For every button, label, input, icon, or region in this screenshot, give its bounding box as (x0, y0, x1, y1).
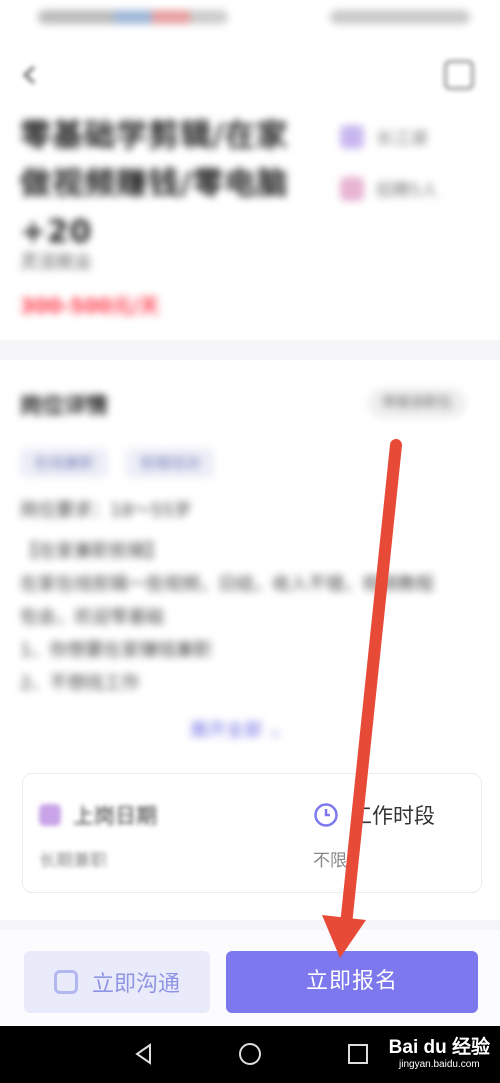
description-line: 【在家兼职剪辑】 (20, 541, 164, 562)
location-icon (340, 124, 364, 149)
description-line: 2、不想找工作 (20, 673, 140, 694)
chat-now-label: 立即沟通 (91, 972, 180, 997)
details-title: 岗位详情 (20, 394, 109, 419)
status-icons-left (38, 10, 228, 24)
start-date-label: 上岗日期 (73, 804, 157, 828)
person-icon (340, 176, 364, 201)
location-info: 长江湖 (340, 124, 427, 149)
arrow-left-icon[interactable] (18, 62, 44, 88)
expand-all-link[interactable]: 展开全部 ⌄ (190, 716, 283, 742)
system-nav-bar: Bai du 经验 jingyan.baidu.com (0, 1026, 500, 1083)
status-icons-right (330, 10, 470, 24)
nav-recent-icon[interactable] (346, 1042, 370, 1066)
description-line: 在家在线剪辑一些视频，日结，收入不错，视频教程 (20, 574, 434, 595)
watermark-logo: Bai du 经验 (388, 1037, 490, 1058)
schedule-box: 上岗日期 长期兼职 工作时段 不限 (22, 773, 482, 893)
chevron-down-icon: ⌄ (267, 720, 283, 741)
tag: 在线兼职 (20, 448, 109, 478)
headcount-info: 招聘5人 (340, 176, 438, 201)
work-time-label: 工作时段 (351, 804, 435, 828)
tag-list: 在线兼职 剪辑培训 (20, 448, 215, 478)
company-name: 灵活就业 (20, 252, 92, 273)
tag: 剪辑培训 (126, 448, 215, 478)
description-line: 岗位要求：18～55岁 (20, 500, 192, 521)
job-description: 岗位要求：18～55岁 【在家兼职剪辑】 在家在线剪辑一些视频，日结，收入不错，… (20, 494, 480, 700)
chat-icon (53, 970, 78, 994)
apply-now-button[interactable]: 立即报名 (226, 951, 478, 1013)
job-title: 零基础学剪辑/在家做视频赚钱/零电脑+20 (20, 118, 289, 250)
start-date-value: 长期兼职 (39, 851, 107, 871)
work-time-section: 工作时段 不限 (313, 800, 435, 871)
calendar-icon (39, 804, 61, 826)
nav-home-icon[interactable] (238, 1042, 262, 1066)
clock-icon (314, 803, 338, 827)
description-line: 1、你想要在家赚钱兼职 (20, 640, 212, 661)
watermark-url: jingyan.baidu.com (399, 1059, 480, 1070)
salary-range: 300-500元/天 (20, 294, 160, 318)
report-button[interactable]: 举报该职位 (368, 388, 466, 418)
chat-now-button[interactable]: 立即沟通 (24, 951, 210, 1013)
baidu-jingyan-watermark: Bai du 经验 jingyan.baidu.com (389, 1032, 490, 1070)
nav-back-icon[interactable] (132, 1042, 156, 1066)
work-time-value: 不限 (313, 851, 347, 871)
expand-label: 展开全部 (190, 720, 262, 741)
description-line: 包会，欢迎零基础 (20, 607, 164, 628)
status-bar (0, 0, 500, 40)
share-icon[interactable] (444, 60, 474, 90)
headcount-label: 招聘5人 (376, 181, 438, 201)
start-date-section: 上岗日期 长期兼职 (39, 800, 157, 871)
location-label: 长江湖 (376, 129, 427, 149)
action-bar: 立即沟通 立即报名 (0, 930, 500, 1026)
